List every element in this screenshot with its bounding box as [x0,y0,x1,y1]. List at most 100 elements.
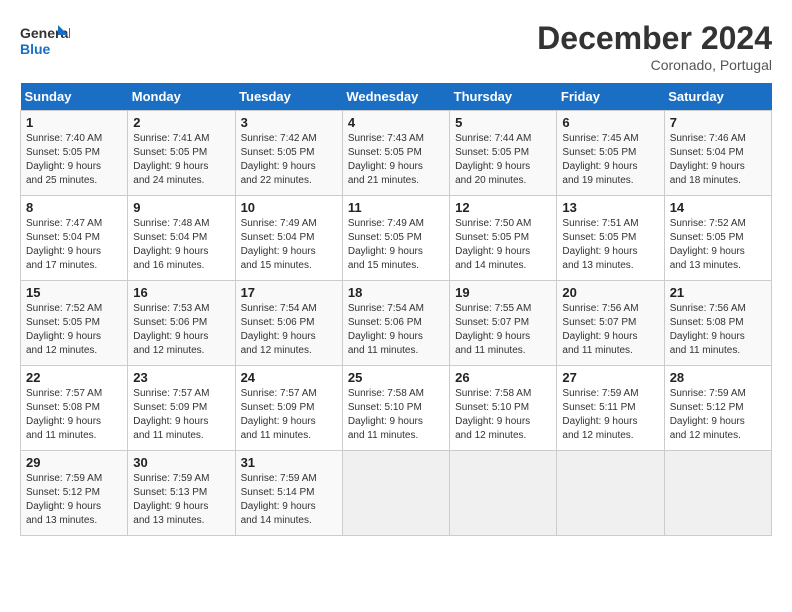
calendar-cell: 4 Sunrise: 7:43 AMSunset: 5:05 PMDaylight… [342,111,449,196]
calendar-cell: 19Sunrise: 7:55 AMSunset: 5:07 PMDayligh… [450,281,557,366]
week-row-0: 1 Sunrise: 7:40 AMSunset: 5:05 PMDaylight… [21,111,772,196]
day-number: 16 [133,285,229,300]
day-number: 18 [348,285,444,300]
day-number: 30 [133,455,229,470]
day-number: 27 [562,370,658,385]
calendar-cell: 21 Sunrise: 7:56 AMSunset: 5:08 PMDayligh… [664,281,771,366]
day-info: Sunrise: 7:57 AMSunset: 5:09 PMDaylight:… [241,387,337,443]
svg-text:Blue: Blue [20,41,51,57]
calendar-cell: 22Sunrise: 7:57 AMSunset: 5:08 PMDayligh… [21,366,128,451]
logo: GeneralBlue [20,20,70,65]
day-header-saturday: Saturday [664,83,771,111]
day-info: Sunrise: 7:50 AMSunset: 5:05 PMDaylight:… [455,217,551,273]
day-number: 3 [241,115,337,130]
day-number: 23 [133,370,229,385]
calendar-cell: 1 Sunrise: 7:40 AMSunset: 5:05 PMDaylight… [21,111,128,196]
day-number: 6 [562,115,658,130]
calendar-cell: 25 Sunrise: 7:58 AMSunset: 5:10 PMDayligh… [342,366,449,451]
day-info: Sunrise: 7:52 AMSunset: 5:05 PMDaylight:… [26,302,122,358]
header: GeneralBlue December 2024 Coronado, Port… [20,20,772,73]
calendar-cell: 9 Sunrise: 7:48 AMSunset: 5:04 PMDaylight… [128,196,235,281]
day-number: 25 [348,370,444,385]
logo-svg: GeneralBlue [20,20,70,65]
day-number: 13 [562,200,658,215]
day-header-sunday: Sunday [21,83,128,111]
day-info: Sunrise: 7:55 AMSunset: 5:07 PMDaylight:… [455,302,551,358]
calendar-cell: 6 Sunrise: 7:45 AMSunset: 5:05 PMDaylight… [557,111,664,196]
title-area: December 2024 Coronado, Portugal [537,20,772,73]
calendar-cell: 16Sunrise: 7:53 AMSunset: 5:06 PMDayligh… [128,281,235,366]
day-info: Sunrise: 7:40 AMSunset: 5:05 PMDaylight:… [26,132,122,188]
day-info: Sunrise: 7:43 AMSunset: 5:05 PMDaylight:… [348,132,444,188]
calendar-cell: 10 Sunrise: 7:49 AMSunset: 5:04 PMDayligh… [235,196,342,281]
day-number: 20 [562,285,658,300]
day-header-friday: Friday [557,83,664,111]
day-info: Sunrise: 7:49 AMSunset: 5:05 PMDaylight:… [348,217,444,273]
day-info: Sunrise: 7:51 AMSunset: 5:05 PMDaylight:… [562,217,658,273]
day-info: Sunrise: 7:59 AMSunset: 5:12 PMDaylight:… [670,387,766,443]
calendar-cell: 14 Sunrise: 7:52 AMSunset: 5:05 PMDayligh… [664,196,771,281]
day-info: Sunrise: 7:49 AMSunset: 5:04 PMDaylight:… [241,217,337,273]
calendar-cell [664,451,771,536]
day-info: Sunrise: 7:59 AMSunset: 5:14 PMDaylight:… [241,472,337,528]
day-info: Sunrise: 7:59 AMSunset: 5:11 PMDaylight:… [562,387,658,443]
day-number: 15 [26,285,122,300]
day-info: Sunrise: 7:57 AMSunset: 5:09 PMDaylight:… [133,387,229,443]
day-info: Sunrise: 7:47 AMSunset: 5:04 PMDaylight:… [26,217,122,273]
calendar-cell: 17 Sunrise: 7:54 AMSunset: 5:06 PMDayligh… [235,281,342,366]
calendar-cell: 23 Sunrise: 7:57 AMSunset: 5:09 PMDayligh… [128,366,235,451]
day-info: Sunrise: 7:52 AMSunset: 5:05 PMDaylight:… [670,217,766,273]
day-info: Sunrise: 7:56 AMSunset: 5:08 PMDaylight:… [670,302,766,358]
day-number: 26 [455,370,551,385]
calendar-cell: 2Sunrise: 7:41 AMSunset: 5:05 PMDaylight… [128,111,235,196]
day-number: 7 [670,115,766,130]
day-number: 9 [133,200,229,215]
day-header-thursday: Thursday [450,83,557,111]
week-row-4: 29 Sunrise: 7:59 AMSunset: 5:12 PMDayligh… [21,451,772,536]
calendar-cell: 12 Sunrise: 7:50 AMSunset: 5:05 PMDayligh… [450,196,557,281]
day-info: Sunrise: 7:54 AMSunset: 5:06 PMDaylight:… [241,302,337,358]
week-row-3: 22Sunrise: 7:57 AMSunset: 5:08 PMDayligh… [21,366,772,451]
calendar-cell [557,451,664,536]
calendar-cell [450,451,557,536]
subtitle: Coronado, Portugal [537,57,772,73]
day-info: Sunrise: 7:45 AMSunset: 5:05 PMDaylight:… [562,132,658,188]
calendar-cell: 26 Sunrise: 7:58 AMSunset: 5:10 PMDayligh… [450,366,557,451]
calendar-cell: 27 Sunrise: 7:59 AMSunset: 5:11 PMDayligh… [557,366,664,451]
day-number: 11 [348,200,444,215]
calendar-cell: 8 Sunrise: 7:47 AMSunset: 5:04 PMDaylight… [21,196,128,281]
calendar-cell: 24Sunrise: 7:57 AMSunset: 5:09 PMDayligh… [235,366,342,451]
calendar-cell: 15 Sunrise: 7:52 AMSunset: 5:05 PMDayligh… [21,281,128,366]
calendar-cell: 7Sunrise: 7:46 AMSunset: 5:04 PMDaylight… [664,111,771,196]
calendar-cell: 30 Sunrise: 7:59 AMSunset: 5:13 PMDayligh… [128,451,235,536]
day-info: Sunrise: 7:41 AMSunset: 5:05 PMDaylight:… [133,132,229,188]
day-number: 1 [26,115,122,130]
calendar-cell: 5Sunrise: 7:44 AMSunset: 5:05 PMDaylight… [450,111,557,196]
day-number: 4 [348,115,444,130]
day-info: Sunrise: 7:48 AMSunset: 5:04 PMDaylight:… [133,217,229,273]
day-header-wednesday: Wednesday [342,83,449,111]
day-number: 8 [26,200,122,215]
day-number: 21 [670,285,766,300]
day-info: Sunrise: 7:58 AMSunset: 5:10 PMDaylight:… [455,387,551,443]
calendar-cell: 18Sunrise: 7:54 AMSunset: 5:06 PMDayligh… [342,281,449,366]
calendar-cell: 29 Sunrise: 7:59 AMSunset: 5:12 PMDayligh… [21,451,128,536]
header-row: SundayMondayTuesdayWednesdayThursdayFrid… [21,83,772,111]
day-info: Sunrise: 7:56 AMSunset: 5:07 PMDaylight:… [562,302,658,358]
day-info: Sunrise: 7:58 AMSunset: 5:10 PMDaylight:… [348,387,444,443]
day-info: Sunrise: 7:59 AMSunset: 5:13 PMDaylight:… [133,472,229,528]
day-number: 29 [26,455,122,470]
week-row-1: 8 Sunrise: 7:47 AMSunset: 5:04 PMDaylight… [21,196,772,281]
day-number: 17 [241,285,337,300]
day-number: 22 [26,370,122,385]
calendar-cell: 31 Sunrise: 7:59 AMSunset: 5:14 PMDayligh… [235,451,342,536]
day-number: 14 [670,200,766,215]
day-info: Sunrise: 7:59 AMSunset: 5:12 PMDaylight:… [26,472,122,528]
day-number: 12 [455,200,551,215]
day-number: 10 [241,200,337,215]
day-number: 31 [241,455,337,470]
day-number: 28 [670,370,766,385]
month-title: December 2024 [537,20,772,57]
calendar-cell: 3Sunrise: 7:42 AMSunset: 5:05 PMDaylight… [235,111,342,196]
calendar-cell [342,451,449,536]
